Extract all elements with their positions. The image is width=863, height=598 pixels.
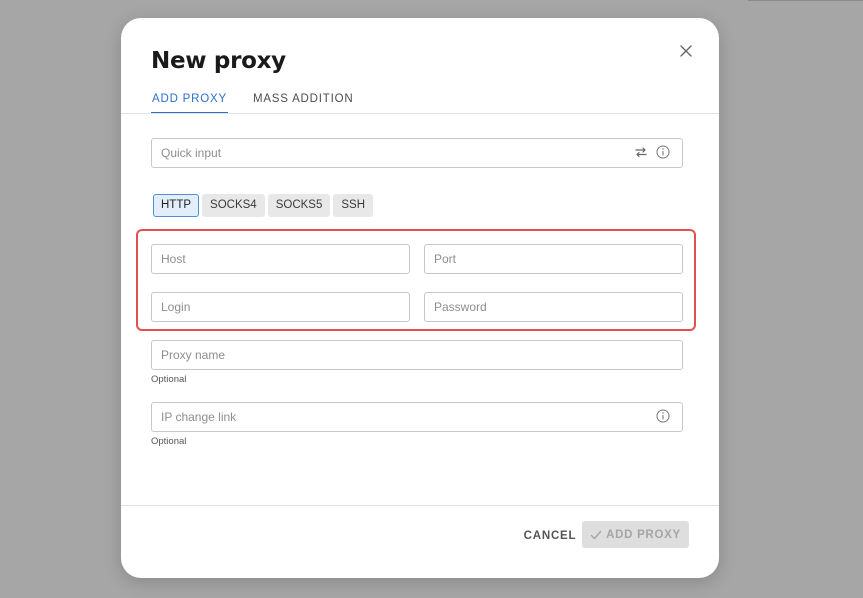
login-input[interactable] xyxy=(161,300,409,314)
protocol-ssh-button[interactable]: SSH xyxy=(333,194,374,217)
ip-change-link-field xyxy=(151,402,683,432)
protocol-http-button[interactable]: HTTP xyxy=(153,194,200,217)
dialog-title: New proxy xyxy=(151,48,286,74)
host-input[interactable] xyxy=(161,252,409,266)
close-icon[interactable] xyxy=(677,42,695,60)
port-input[interactable] xyxy=(434,252,682,266)
proxy-name-field xyxy=(151,340,683,370)
background-top-line xyxy=(748,0,863,1)
cancel-button[interactable]: CANCEL xyxy=(511,523,589,549)
tab-add-proxy[interactable]: ADD PROXY xyxy=(151,92,228,114)
info-icon[interactable] xyxy=(656,409,670,423)
proxy-name-helper-text: Optional xyxy=(151,374,187,385)
port-field xyxy=(424,244,683,274)
ip-change-link-helper-text: Optional xyxy=(151,436,187,447)
proxy-name-input[interactable] xyxy=(161,348,682,362)
login-field xyxy=(151,292,410,322)
host-field xyxy=(151,244,410,274)
password-input[interactable] xyxy=(434,300,682,314)
quick-input-field xyxy=(151,138,683,168)
tab-mass-addition[interactable]: MASS ADDITION xyxy=(252,92,355,114)
tabs-divider xyxy=(121,113,719,114)
ip-change-link-input[interactable] xyxy=(161,410,641,424)
protocol-socks4-button[interactable]: SOCKS4 xyxy=(202,194,265,217)
check-icon xyxy=(590,529,602,541)
info-icon[interactable] xyxy=(656,145,670,159)
tabs-bar: ADD PROXY MASS ADDITION xyxy=(151,92,378,114)
footer-divider xyxy=(121,505,719,506)
add-proxy-button[interactable]: ADD PROXY xyxy=(582,521,689,548)
protocol-selector: HTTP SOCKS4 SOCKS5 SSH xyxy=(153,194,374,217)
protocol-socks5-button[interactable]: SOCKS5 xyxy=(267,194,331,217)
password-field xyxy=(424,292,683,322)
swap-arrows-icon[interactable] xyxy=(634,145,648,159)
add-proxy-label: ADD PROXY xyxy=(606,528,681,541)
quick-input[interactable] xyxy=(161,146,621,160)
new-proxy-dialog: New proxy ADD PROXY MASS ADDITION Quick … xyxy=(121,18,719,578)
